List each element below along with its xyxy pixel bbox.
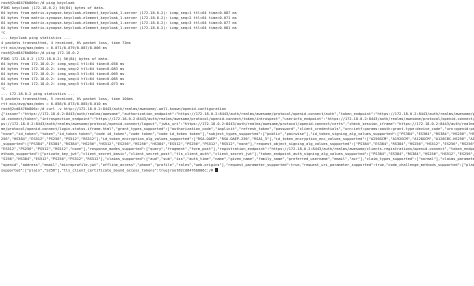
- terminal-line-text: 5 packets transmitted, 5 received, 0% pa…: [1, 96, 133, 101]
- terminal-line-text: me/protocol/openid-connect/login-status-…: [1, 127, 474, 132]
- terminal-line-text: rtt min/avg/max/mdev = 0.058/0.073/0.085…: [1, 101, 108, 106]
- terminal-line-text: {"issuer":"https://172.18.0.2:8443/auth/…: [1, 112, 474, 117]
- terminal-line-text: 64 bytes from 172.18.0.2: icmp_seq=1 ttl…: [1, 61, 125, 66]
- terminal-line-text: supported":["plain","S256"],"tls_client_…: [1, 167, 216, 172]
- terminal-line-text: "openid","address","email","microprofile…: [1, 162, 474, 167]
- terminal-line-text: ^C: [1, 31, 6, 36]
- terminal-line-text: root@2cd8476b806c:/# ping keycloak: [1, 1, 75, 5]
- terminal-line-text: "S256","HS384","ES512","PS256","PS512","…: [1, 157, 474, 162]
- terminal-line-text: 64 bytes from 172.18.0.2: icmp_seq=4 ttl…: [1, 76, 125, 81]
- terminal-line-text: rtt min/avg/max/mdev = 0.071/0.079/0.087…: [1, 46, 108, 51]
- terminal-line-text: 64 bytes from matrix-synapse-keycloak-el…: [1, 26, 237, 31]
- terminal-line-text: "none","id_token","token","id_token toke…: [1, 132, 474, 137]
- terminal-line-text: 64 bytes from matrix-synapse-keycloak-el…: [1, 21, 237, 26]
- terminal-line-text: PING keycloak (172.18.0.2) 56(84) bytes …: [1, 6, 105, 11]
- terminal-line: supported":["plain","S256"],"tls_client_…: [1, 167, 474, 173]
- terminal-cursor: [215, 167, 218, 172]
- terminal-line-text: 64 bytes from matrix-synapse-keycloak-el…: [1, 11, 237, 16]
- terminal-line-text: _supported":["PS384","ES384","RS384","HS…: [1, 142, 474, 147]
- terminal-line-text: PING 172.18.0.2 (172.18.0.2) 56(84) byte…: [1, 56, 110, 61]
- terminal-line-text: --- keycloak ping statistics ---: [1, 36, 71, 41]
- terminal-line-text: 4 packets transmitted, 4 received, 0% pa…: [1, 41, 131, 46]
- terminal-window[interactable]: root@2cd8476b806c:/# ping keycloak PING k…: [0, 0, 474, 286]
- terminal-line-text: 64 bytes from 172.18.0.2: icmp_seq=2 ttl…: [1, 66, 125, 71]
- terminal-line-text: 256","HS384","ES512","PS256","PS512","RS…: [1, 137, 474, 142]
- terminal-line: "openid","address","email","microprofile…: [1, 163, 474, 168]
- terminal-line-text: 64 bytes from 172.18.0.2: icmp_seq=5 ttl…: [1, 81, 125, 86]
- terminal-line-text: "ES512","PS256","PS512","RS512","none"],…: [1, 147, 474, 152]
- terminal-line-text: root@2cd8476b806c:/# ping 172.18.0.2: [1, 51, 79, 56]
- terminal-line-text: ps://172.18.0.2:8443/auth/realms/awesome…: [1, 122, 474, 127]
- terminal-line-text: ^C: [1, 86, 6, 91]
- terminal-line-text: id-connect/token","introspection_endpoin…: [1, 117, 474, 122]
- terminal-line-text: --- 172.18.0.2 ping statistics ---: [1, 91, 75, 96]
- terminal-line-text: ethods_supported":["private_key_jwt","cl…: [1, 152, 474, 157]
- terminal-line-text: root@2cd8476b806c:/# curl -v http://172.…: [1, 106, 227, 111]
- terminal-line-text: 64 bytes from matrix-synapse-keycloak-el…: [1, 16, 237, 21]
- terminal-line-text: 64 bytes from 172.18.0.2: icmp_seq=3 ttl…: [1, 71, 125, 76]
